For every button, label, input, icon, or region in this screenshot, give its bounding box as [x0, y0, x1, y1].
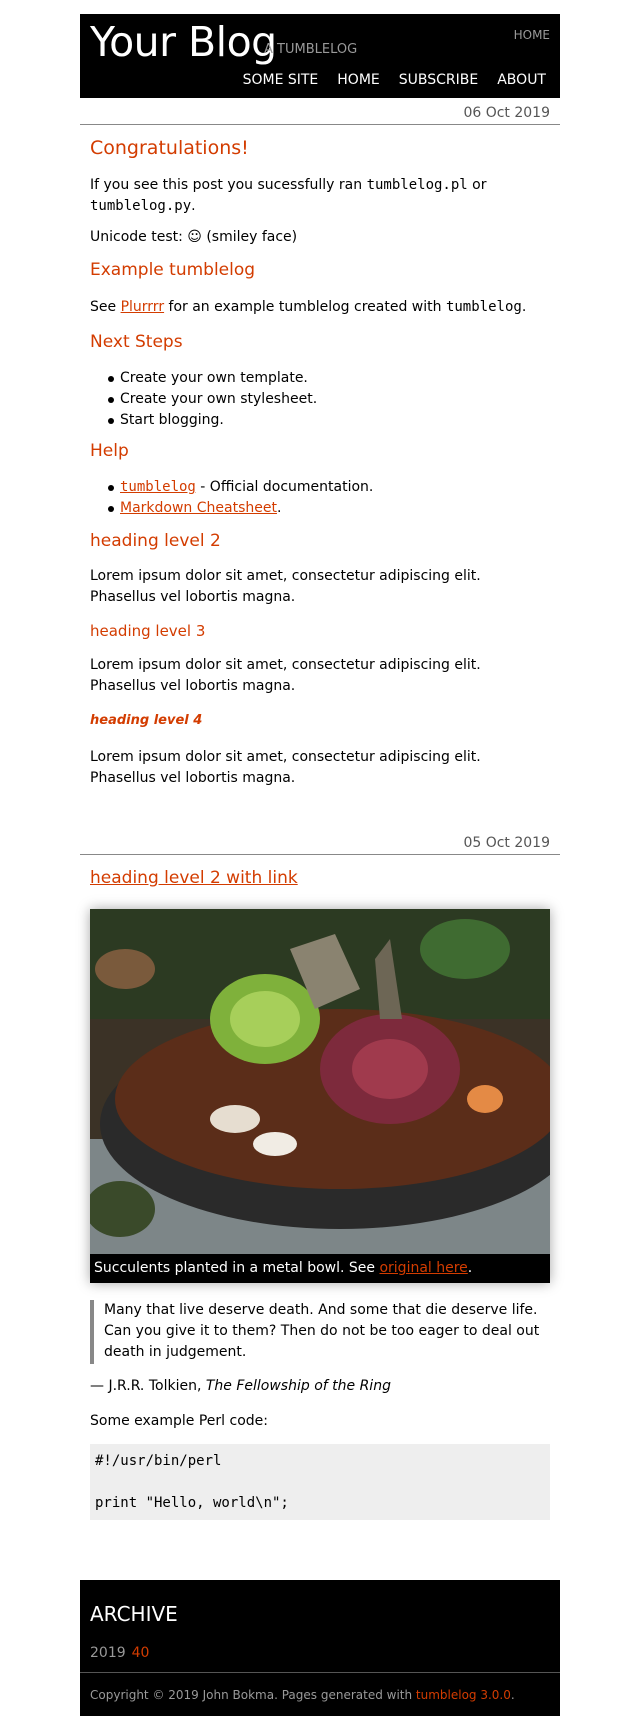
copyright: Copyright © 2019 John Bokma. Pages gener… — [90, 1688, 515, 1702]
list-item: Create your own stylesheet. — [80, 389, 317, 410]
nav-some-site[interactable]: SOME SITE — [243, 72, 319, 88]
lorem-paragraph: Lorem ipsum dolor sit amet, consectetur … — [90, 749, 481, 786]
archive-week-link[interactable]: 40 — [132, 1645, 150, 1661]
list-item: tumblelog - Official documentation. — [80, 477, 373, 498]
main-nav: SOME SITE HOME SUBSCRIBE ABOUT — [243, 72, 546, 88]
unicode-test: Unicode test: ☺ (smiley face) — [90, 229, 298, 245]
text: . — [510, 1688, 515, 1702]
archive-year-row: 2019 40 — [90, 1645, 149, 1661]
quote-text: Many that live deserve death. And some t… — [104, 1302, 540, 1360]
archive-year: 2019 — [90, 1645, 126, 1661]
lorem-paragraph: Lorem ipsum dolor sit amet, consectetur … — [90, 657, 481, 694]
nav-about[interactable]: ABOUT — [497, 72, 546, 88]
text: See — [90, 299, 121, 315]
text: Copyright © 2019 John Bokma. Pages gener… — [90, 1688, 416, 1702]
markdown-cheatsheet-link[interactable]: Markdown Cheatsheet — [120, 500, 277, 516]
inline-code[interactable]: tumblelog — [120, 479, 196, 495]
photo-caption: Succulents planted in a metal bowl. See … — [90, 1254, 550, 1283]
post-with-image: heading level 2 with link Succulents pla… — [80, 855, 560, 1535]
archive-title: ARCHIVE — [90, 1602, 178, 1626]
inline-code: tumblelog.pl — [366, 177, 468, 193]
text: . — [521, 299, 527, 315]
text: or — [467, 177, 487, 193]
code-block[interactable]: #!/usr/bin/perl print "Hello, world\n"; — [90, 1444, 550, 1520]
inline-code: tumblelog — [445, 299, 522, 315]
footer-divider — [80, 1672, 560, 1673]
tumblelog-doc-link[interactable]: tumblelog — [120, 479, 196, 495]
book-title: The Fellowship of the Ring — [205, 1378, 391, 1394]
code-intro: Some example Perl code: — [90, 1413, 268, 1429]
home-link-top[interactable]: HOME — [514, 28, 550, 42]
succulents-photo — [90, 909, 550, 1254]
post-date[interactable]: 05 Oct 2019 — [80, 834, 560, 855]
list-item: Markdown Cheatsheet. — [80, 498, 373, 519]
text: — J.R.R. Tolkien, — [90, 1378, 206, 1394]
help-list: tumblelog - Official documentation. Mark… — [80, 477, 373, 519]
nav-home[interactable]: HOME — [337, 72, 379, 88]
nav-subscribe[interactable]: SUBSCRIBE — [399, 72, 478, 88]
text: - Official documentation. — [195, 479, 374, 495]
post-date[interactable]: 06 Oct 2019 — [80, 104, 560, 125]
example-paragraph: See Plurrrr for an example tumblelog cre… — [90, 297, 526, 318]
post-title: heading level 2 with link — [90, 868, 298, 888]
heading-level-2: heading level 2 — [90, 531, 221, 551]
text: . — [276, 500, 282, 516]
inline-code: tumblelog.py — [90, 198, 192, 214]
photo-figure: Succulents planted in a metal bowl. See … — [90, 909, 550, 1283]
text: . — [467, 1260, 473, 1276]
blog-tagline: A TUMBLELOG — [264, 42, 358, 57]
plurrrr-link[interactable]: Plurrrr — [121, 299, 165, 315]
page-container: Your Blog A TUMBLELOG HOME SOME SITE HOM… — [80, 14, 560, 1535]
lorem-paragraph: Lorem ipsum dolor sit amet, consectetur … — [90, 568, 481, 605]
text: If you see this post you sucessfully ran — [90, 177, 367, 193]
heading-next-steps: Next Steps — [90, 332, 183, 352]
text: for an example tumblelog created with — [164, 299, 446, 315]
tumblelog-version-link[interactable]: tumblelog 3.0.0 — [416, 1688, 511, 1702]
blog-title[interactable]: Your Blog — [90, 18, 277, 66]
quote-attribution: — J.R.R. Tolkien, The Fellowship of the … — [90, 1376, 391, 1397]
post-title-link[interactable]: heading level 2 with link — [90, 868, 298, 888]
post-congratulations: Congratulations! If you see this post yo… — [80, 125, 560, 834]
heading-example: Example tumblelog — [90, 260, 256, 280]
text: Succulents planted in a metal bowl. See — [94, 1260, 380, 1276]
next-steps-list: Create your own template. Create your ow… — [80, 368, 317, 431]
blockquote: Many that live deserve death. And some t… — [90, 1300, 550, 1364]
list-item: Create your own template. — [80, 368, 317, 389]
site-header: Your Blog A TUMBLELOG HOME SOME SITE HOM… — [80, 14, 560, 98]
list-item: Start blogging. — [80, 410, 317, 431]
intro-paragraph: If you see this post you sucessfully ran… — [90, 175, 510, 217]
heading-help: Help — [90, 441, 129, 461]
post-title: Congratulations! — [90, 137, 249, 159]
original-photo-link[interactable]: original here — [379, 1260, 467, 1276]
heading-level-3: heading level 3 — [90, 622, 206, 640]
text: . — [191, 198, 196, 214]
heading-level-4: heading level 4 — [90, 713, 203, 728]
site-footer: ARCHIVE 2019 40 Copyright © 2019 John Bok… — [80, 1580, 560, 1716]
